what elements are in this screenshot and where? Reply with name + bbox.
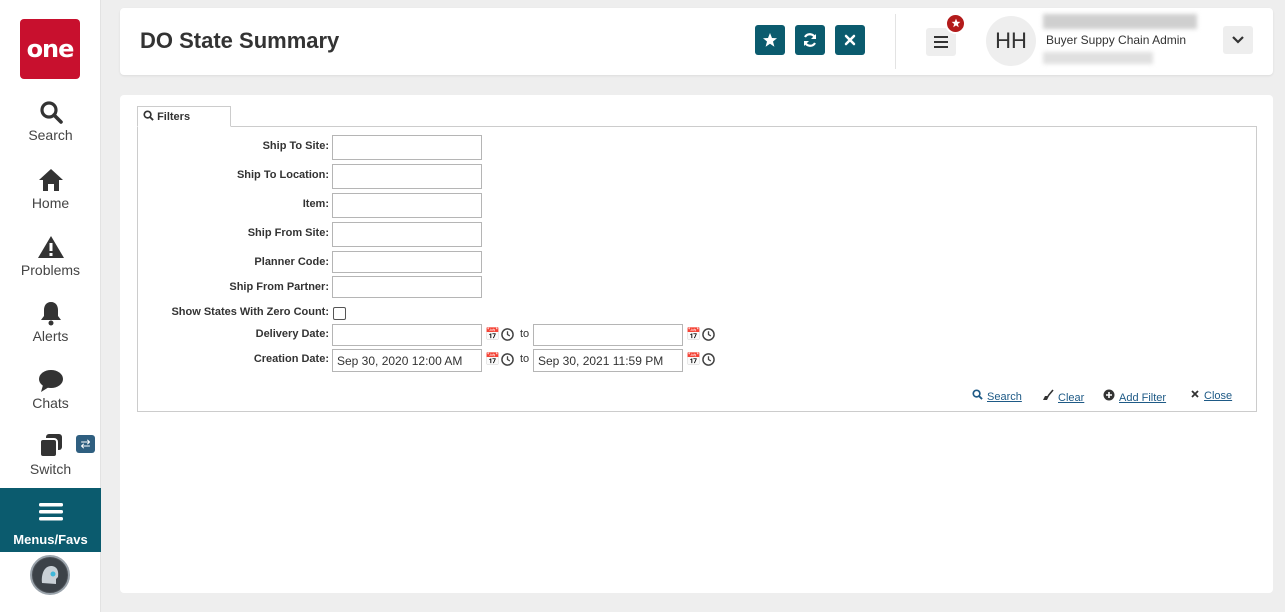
delivery-date-to-input[interactable] xyxy=(533,324,683,346)
delivery-date-from-input[interactable] xyxy=(332,324,482,346)
ship-to-site-label: Ship To Site: xyxy=(262,140,329,152)
app-logo[interactable]: one xyxy=(20,19,80,79)
favorites-badge xyxy=(945,13,966,34)
list-menu-icon xyxy=(934,36,948,48)
nav-search[interactable]: Search xyxy=(0,99,101,143)
hamburger-icon xyxy=(38,503,63,521)
planner-code-input[interactable] xyxy=(332,251,482,273)
add-filter-link[interactable]: Add Filter xyxy=(1103,389,1166,404)
delivery-date-label: Delivery Date: xyxy=(255,328,329,340)
bell-icon xyxy=(40,302,61,326)
header-divider xyxy=(895,14,896,69)
ship-to-location-input[interactable] xyxy=(332,164,482,189)
user-avatar[interactable]: HH xyxy=(986,16,1036,66)
clock-icon[interactable] xyxy=(501,328,514,341)
refresh-icon xyxy=(803,33,817,47)
chevron-down-icon xyxy=(1232,36,1244,44)
close-filter-label: Close xyxy=(1204,390,1233,402)
sidebar: one Search Home Problems Alerts Chats Sw… xyxy=(0,0,101,612)
clear-filter-link[interactable]: Clear xyxy=(1042,389,1084,404)
ship-to-location-label: Ship To Location: xyxy=(236,169,329,181)
clock-icon[interactable] xyxy=(501,353,514,366)
nav-home[interactable]: Home xyxy=(0,167,101,211)
nav-alerts[interactable]: Alerts xyxy=(0,300,101,344)
search-icon xyxy=(143,110,154,121)
ship-from-site-label: Ship From Site: xyxy=(247,227,329,239)
creation-date-from-input[interactable]: Sep 30, 2020 12:00 AM xyxy=(332,349,482,372)
creation-date-label: Creation Date: xyxy=(253,353,329,365)
nav-chats[interactable]: Chats xyxy=(0,367,101,411)
tab-filters-label: Filters xyxy=(157,111,191,123)
main-panel: Filters Ship To Site: Ship To Location: … xyxy=(120,95,1273,593)
menus-favs-label: Menus/Favs xyxy=(13,532,88,547)
star-badge-icon xyxy=(951,18,960,28)
clock-icon[interactable] xyxy=(702,328,715,341)
close-filter-link[interactable]: Close xyxy=(1190,389,1232,402)
broom-icon xyxy=(1043,389,1054,400)
search-icon xyxy=(39,101,63,124)
filters-panel: Ship To Site: Ship To Location: Item: Sh… xyxy=(137,126,1257,412)
search-filter-label: Search xyxy=(987,391,1022,403)
nav-problems-label: Problems xyxy=(20,262,81,278)
robot-head-icon xyxy=(33,558,67,592)
item-label: Item: xyxy=(302,198,329,210)
calendar-icon[interactable]: 📅 xyxy=(485,327,500,341)
calendar-icon[interactable]: 📅 xyxy=(686,327,701,341)
add-filter-label: Add Filter xyxy=(1119,392,1167,404)
tab-filters[interactable]: Filters xyxy=(137,106,231,127)
menus-favs-button[interactable]: Menus/Favs xyxy=(0,488,101,552)
item-input[interactable] xyxy=(332,193,482,218)
plus-circle-icon xyxy=(1103,389,1115,401)
page-header: DO State Summary HH Buyer Suppy Chain Ad… xyxy=(120,8,1273,75)
chat-icon xyxy=(38,370,63,392)
nav-problems[interactable]: Problems xyxy=(0,234,101,278)
ship-from-site-input[interactable] xyxy=(332,222,482,247)
redacted-user-detail xyxy=(1043,52,1153,64)
user-role: Buyer Suppy Chain Admin xyxy=(1046,33,1187,47)
calendar-icon[interactable]: 📅 xyxy=(485,352,500,366)
planner-code-label: Planner Code: xyxy=(254,256,329,268)
nav-alerts-label: Alerts xyxy=(32,328,69,344)
zero-count-label: Show States With Zero Count: xyxy=(171,306,329,318)
close-icon xyxy=(1191,390,1199,398)
delivery-date-to-label: to xyxy=(520,328,530,340)
switch-arrows-icon[interactable]: ⇄ xyxy=(76,435,95,453)
user-menu-dropdown[interactable] xyxy=(1223,26,1253,54)
refresh-button[interactable] xyxy=(795,25,825,55)
warning-icon xyxy=(37,236,64,258)
zero-count-checkbox[interactable] xyxy=(333,307,346,320)
search-filter-link[interactable]: Search xyxy=(972,389,1022,403)
page-title: DO State Summary xyxy=(140,28,340,53)
clock-icon[interactable] xyxy=(702,353,715,366)
nav-search-label: Search xyxy=(28,127,73,143)
ship-from-partner-input[interactable] xyxy=(332,276,482,298)
creation-date-to-label: to xyxy=(520,353,530,365)
nav-chats-label: Chats xyxy=(32,395,69,411)
creation-date-to-input[interactable]: Sep 30, 2021 11:59 PM xyxy=(533,349,683,372)
search-icon xyxy=(972,389,983,400)
assistant-avatar[interactable] xyxy=(30,555,70,595)
clear-filter-label: Clear xyxy=(1058,392,1085,404)
calendar-icon[interactable]: 📅 xyxy=(686,352,701,366)
favorite-button[interactable] xyxy=(755,25,785,55)
ship-to-site-input[interactable] xyxy=(332,135,482,160)
close-page-button[interactable] xyxy=(835,25,865,55)
nav-home-label: Home xyxy=(31,195,70,211)
close-icon xyxy=(844,34,856,46)
redacted-user-name xyxy=(1043,14,1197,29)
star-icon xyxy=(763,33,777,47)
home-icon xyxy=(38,169,63,191)
ship-from-partner-label: Ship From Partner: xyxy=(229,281,329,293)
nav-switch-label: Switch xyxy=(29,461,72,477)
switch-icon xyxy=(38,434,62,458)
